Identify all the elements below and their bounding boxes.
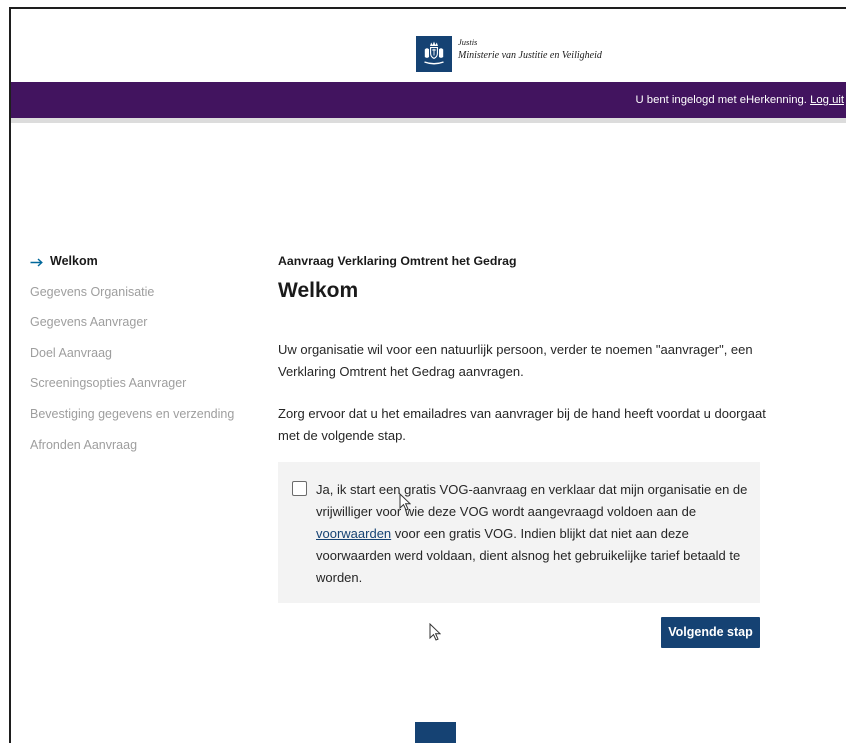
nav-step-label: Afronden Aanvraag [30, 437, 138, 452]
nav-step-label: Gegevens Aanvrager [30, 315, 148, 330]
nav-step-afronden[interactable]: Afronden Aanvraag [30, 430, 262, 461]
ministry-name: Ministerie van Justitie en Veiligheid [458, 50, 602, 61]
form-pretitle: Aanvraag Verklaring Omtrent het Gedrag [278, 254, 517, 268]
login-status-text: U bent ingelogd met eHerkenning. [635, 94, 807, 106]
vog-consent-checkbox[interactable] [292, 481, 307, 496]
page-title: Welkom [278, 279, 359, 302]
nav-step-label: Screeningsopties Aanvrager [30, 376, 187, 391]
step-navigation: Welkom Gegevens Organisatie Gegevens Aan… [30, 246, 262, 460]
nav-step-gegevens-aanvrager[interactable]: Gegevens Aanvrager [30, 307, 262, 338]
government-emblem-icon [416, 36, 452, 72]
site-header: Justis Ministerie van Justitie en Veilig… [11, 9, 846, 82]
session-bar: U bent ingelogd met eHerkenning. Log uit [11, 82, 846, 118]
nav-step-doel-aanvraag[interactable]: Doel Aanvraag [30, 338, 262, 369]
nav-step-bevestiging[interactable]: Bevestiging gegevens en verzending [30, 399, 262, 430]
intro-paragraph: Uw organisatie wil voor een natuurlijk p… [278, 342, 753, 379]
logo-text: Justis Ministerie van Justitie en Veilig… [458, 37, 602, 62]
vog-consent-label[interactable]: Ja, ik start een gratis VOG-aanvraag en … [316, 479, 758, 589]
voorwaarden-link[interactable]: voorwaarden [316, 526, 391, 541]
nav-step-gegevens-organisatie[interactable]: Gegevens Organisatie [30, 277, 262, 308]
nav-step-welkom[interactable]: Welkom [30, 246, 262, 277]
header-divider [11, 118, 846, 123]
main-content: Aanvraag Verklaring Omtrent het Gedrag W… [278, 253, 774, 648]
consent-text-before: Ja, ik start een gratis VOG-aanvraag en … [316, 482, 748, 519]
consent-panel: Ja, ik start een gratis VOG-aanvraag en … [278, 462, 760, 603]
organisation-short-name: Justis [458, 37, 478, 47]
nav-step-label: Welkom [50, 254, 98, 268]
nav-step-label: Doel Aanvraag [30, 345, 113, 360]
nav-step-label: Gegevens Organisatie [30, 284, 155, 299]
arrow-right-icon [30, 257, 50, 267]
nav-step-label: Bevestiging gegevens en verzending [30, 406, 235, 421]
logout-link[interactable]: Log uit [810, 94, 844, 106]
nav-step-screeningsopties[interactable]: Screeningsopties Aanvrager [30, 368, 262, 399]
footer-edge [415, 722, 456, 743]
instruction-paragraph: Zorg ervoor dat u het emailadres van aan… [278, 406, 766, 443]
next-step-button[interactable]: Volgende stap [661, 617, 760, 648]
